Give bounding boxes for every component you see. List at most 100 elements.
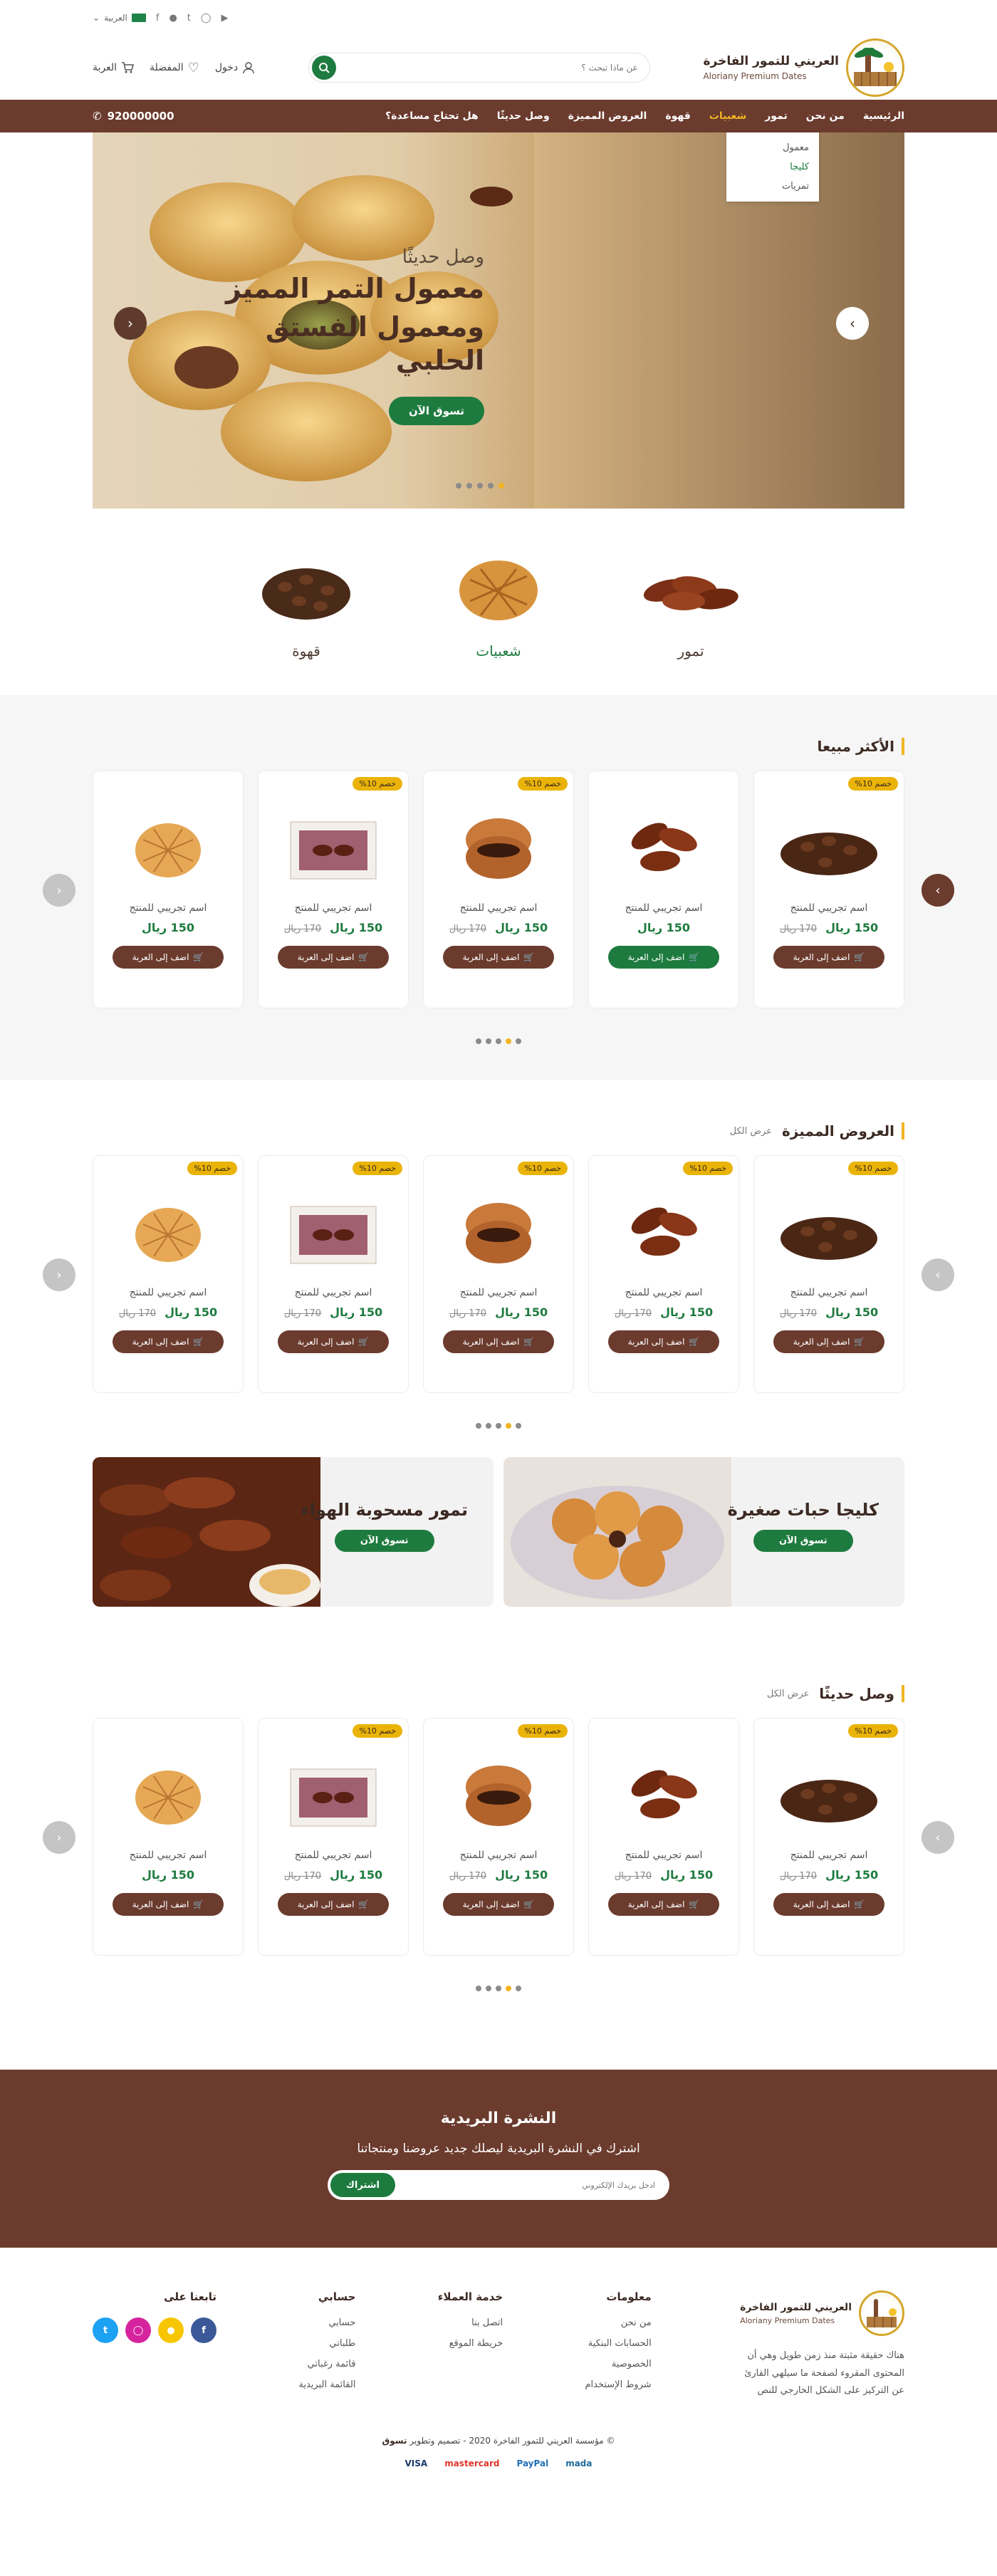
product-card[interactable]: خصم 10% اسم تجريبي للمنتج 150 ريال 170 ر… <box>258 1718 409 1956</box>
hero-dot[interactable] <box>456 483 461 489</box>
hero-next-arrow[interactable]: ‹ <box>114 307 147 340</box>
product-card[interactable]: خصم 10% اسم تجريبي للمنتج 150 ريال 170 ر… <box>753 1718 904 1956</box>
cart-link[interactable]: العربة <box>93 61 135 74</box>
carousel-dot[interactable] <box>506 1038 511 1044</box>
carousel-dot[interactable] <box>506 1986 511 1991</box>
carousel-next-arrow[interactable]: ‹ <box>43 1821 75 1854</box>
carousel-dot[interactable] <box>506 1423 511 1429</box>
category-popular[interactable]: شعبيات <box>445 551 552 659</box>
login-link[interactable]: دخول <box>215 61 255 74</box>
add-to-cart-button[interactable]: 🛒 اضف إلى العربة <box>443 1330 554 1353</box>
product-card[interactable]: اسم تجريبي للمنتج 150 ريال 🛒 اضف إلى العر… <box>588 771 739 1008</box>
nav-item-dates[interactable]: تمور <box>765 110 787 122</box>
promo-shop-now-button[interactable]: تسوق الآن <box>334 1530 434 1552</box>
carousel-next-arrow[interactable]: ‹ <box>43 1258 75 1291</box>
hero-shop-now-button[interactable]: تسوق الآن <box>388 396 484 425</box>
add-to-cart-button[interactable]: 🛒 اضف إلى العربة <box>773 946 884 969</box>
product-name[interactable]: اسم تجريبي للمنتج <box>589 902 738 914</box>
hero-dot[interactable] <box>499 483 504 489</box>
twitter-icon[interactable]: t <box>93 2317 119 2343</box>
product-name[interactable]: اسم تجريبي للمنتج <box>93 902 243 914</box>
add-to-cart-button[interactable]: 🛒 اضف إلى العربة <box>443 946 554 969</box>
product-name[interactable]: اسم تجريبي للمنتج <box>259 902 408 914</box>
carousel-dot[interactable] <box>496 1986 501 1991</box>
product-name[interactable]: اسم تجريبي للمنتج <box>754 1850 904 1861</box>
add-to-cart-button[interactable]: 🛒 اضف إلى العربة <box>608 946 719 969</box>
footer-link[interactable]: حسابي <box>298 2317 355 2328</box>
product-name[interactable]: اسم تجريبي للمنتج <box>589 1287 738 1298</box>
product-card[interactable]: اسم تجريبي للمنتج 150 ريال 🛒 اضف إلى العر… <box>93 771 244 1008</box>
nav-item-popular[interactable]: شعبيات <box>709 110 746 122</box>
hero-prev-arrow[interactable]: › <box>836 307 869 340</box>
carousel-dot[interactable] <box>476 1423 481 1429</box>
newsletter-subscribe-button[interactable]: اشتراك <box>330 2173 396 2197</box>
footer-link[interactable]: الحسابات البنكية <box>585 2338 652 2349</box>
promo-shop-now-button[interactable]: تسوق الآن <box>753 1530 853 1552</box>
language-selector[interactable]: العربية ⌄ <box>93 13 146 23</box>
category-coffee[interactable]: قهوة <box>253 551 360 659</box>
product-card[interactable]: خصم 10% اسم تجريبي للمنتج 150 ريال 170 ر… <box>258 1155 409 1393</box>
nav-item-new[interactable]: وصل حديثًا <box>497 110 550 122</box>
carousel-dot[interactable] <box>516 1986 521 1991</box>
carousel-dot[interactable] <box>486 1423 491 1429</box>
add-to-cart-button[interactable]: 🛒 اضف إلى العربة <box>608 1893 719 1916</box>
add-to-cart-button[interactable]: 🛒 اضف إلى العربة <box>113 946 224 969</box>
promo-banner-kleija[interactable]: كليجا حبات صغيرة تسوق الآن <box>503 1457 904 1607</box>
carousel-dot[interactable] <box>476 1038 481 1044</box>
product-name[interactable]: اسم تجريبي للمنتج <box>424 1850 573 1861</box>
product-name[interactable]: اسم تجريبي للمنتج <box>93 1287 243 1298</box>
view-all-link[interactable]: عرض الكل <box>767 1689 809 1699</box>
footer-link[interactable]: خريطة الموقع <box>438 2338 503 2349</box>
developer-link[interactable]: تسوق <box>382 2436 407 2446</box>
carousel-dot[interactable] <box>516 1038 521 1044</box>
product-card[interactable]: خصم 10% اسم تجريبي للمنتج 150 ريال 170 ر… <box>423 1155 574 1393</box>
youtube-icon[interactable]: ▶ <box>221 13 228 24</box>
footer-link[interactable]: من نحن <box>585 2317 652 2328</box>
product-card[interactable]: خصم 10% اسم تجريبي للمنتج 150 ريال 170 ر… <box>423 1718 574 1956</box>
hero-dot[interactable] <box>466 483 472 489</box>
product-name[interactable]: اسم تجريبي للمنتج <box>424 902 573 914</box>
footer-link[interactable]: شروط الإستخدام <box>585 2379 651 2390</box>
product-name[interactable]: اسم تجريبي للمنتج <box>259 1287 408 1298</box>
footer-logo[interactable]: العريني للتمور الفاخرة Aloriany Premium … <box>734 2290 904 2336</box>
promo-banner-dates[interactable]: تمور مسحوبة الهواء تسوق الآن <box>93 1457 494 1607</box>
hero-dot[interactable] <box>477 483 483 489</box>
add-to-cart-button[interactable]: 🛒 اضف إلى العربة <box>113 1330 224 1353</box>
product-name[interactable]: اسم تجريبي للمنتج <box>259 1850 408 1861</box>
nav-item-offers[interactable]: العروض المميزة <box>568 110 647 122</box>
product-card[interactable]: خصم 10% اسم تجريبي للمنتج 150 ريال 170 ر… <box>93 1155 244 1393</box>
phone-number[interactable]: ✆ 920000000 <box>93 110 174 122</box>
carousel-prev-arrow[interactable]: › <box>922 1821 954 1854</box>
search-button[interactable] <box>311 56 336 80</box>
carousel-dot[interactable] <box>496 1038 501 1044</box>
product-card[interactable]: خصم 10% اسم تجريبي للمنتج 150 ريال 170 ر… <box>753 1155 904 1393</box>
product-name[interactable]: اسم تجريبي للمنتج <box>754 902 904 914</box>
add-to-cart-button[interactable]: 🛒 اضف إلى العربة <box>773 1330 884 1353</box>
nav-item-about[interactable]: من نحن <box>806 110 845 122</box>
carousel-dot[interactable] <box>496 1423 501 1429</box>
carousel-dot[interactable] <box>476 1986 481 1991</box>
instagram-icon[interactable]: ◯ <box>125 2317 152 2343</box>
instagram-icon[interactable]: ◯ <box>201 13 212 24</box>
product-name[interactable]: اسم تجريبي للمنتج <box>589 1850 738 1861</box>
snapchat-icon[interactable]: ● <box>158 2317 184 2343</box>
carousel-dot[interactable] <box>486 1038 491 1044</box>
dropdown-item-maamoul[interactable]: معمول <box>726 138 819 157</box>
product-name[interactable]: اسم تجريبي للمنتج <box>754 1287 904 1298</box>
product-card[interactable]: خصم 10% اسم تجريبي للمنتج 150 ريال 170 ر… <box>753 771 904 1008</box>
product-card[interactable]: خصم 10% اسم تجريبي للمنتج 150 ريال 170 ر… <box>423 771 574 1008</box>
add-to-cart-button[interactable]: 🛒 اضف إلى العربة <box>278 946 389 969</box>
product-card[interactable]: اسم تجريبي للمنتج 150 ريال 170 ريال 🛒 اضف… <box>588 1718 739 1956</box>
add-to-cart-button[interactable]: 🛒 اضف إلى العربة <box>608 1330 719 1353</box>
product-name[interactable]: اسم تجريبي للمنتج <box>93 1850 243 1861</box>
nav-item-coffee[interactable]: قهوة <box>665 110 690 122</box>
carousel-prev-arrow[interactable]: › <box>922 874 954 907</box>
carousel-prev-arrow[interactable]: › <box>922 1258 954 1291</box>
add-to-cart-button[interactable]: 🛒 اضف إلى العربة <box>278 1893 389 1916</box>
carousel-next-arrow[interactable]: ‹ <box>43 874 75 907</box>
view-all-link[interactable]: عرض الكل <box>730 1126 772 1137</box>
hero-dot[interactable] <box>488 483 494 489</box>
footer-link[interactable]: قائمة رغباتي <box>298 2359 356 2369</box>
logo[interactable]: العريني للتمور الفاخرة Aloriany Premium … <box>703 38 904 97</box>
newsletter-email-input[interactable] <box>395 2180 655 2190</box>
